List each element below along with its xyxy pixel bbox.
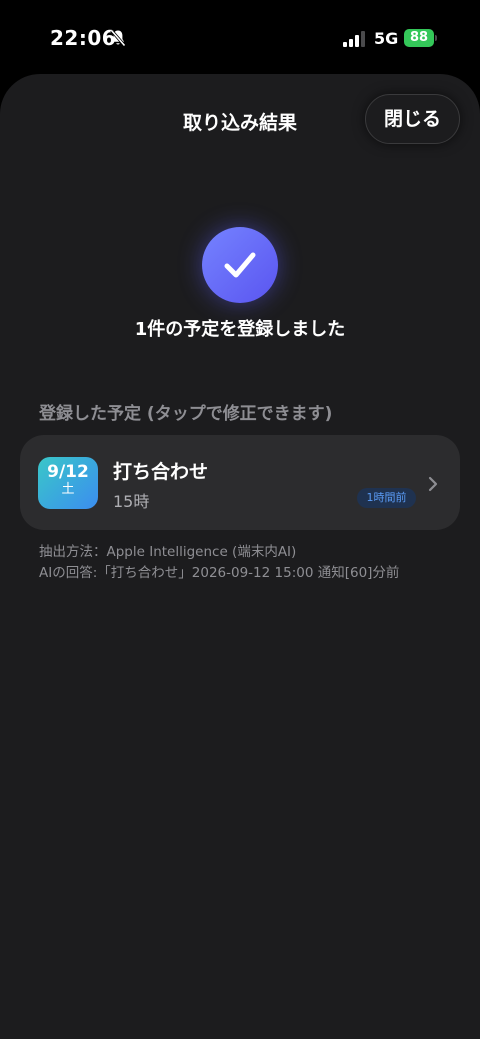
close-button[interactable]: 閉じる xyxy=(365,94,460,144)
event-weekday: 土 xyxy=(61,482,75,497)
date-badge: 9/12 土 xyxy=(38,457,98,509)
reminder-badge: 1時間前 xyxy=(357,488,416,508)
success-badge xyxy=(202,227,278,303)
success-message: 1件の予定を登録しました xyxy=(134,319,346,340)
section-heading: 登録した予定 (タップで修正できます) xyxy=(39,404,333,424)
event-title: 打ち合わせ xyxy=(113,461,209,483)
network-type: 5G xyxy=(374,29,399,48)
status-bar: 22:06 5G 88 xyxy=(0,0,480,76)
result-sheet: 取り込み結果 閉じる 1件の予定を登録しました 登録した予定 (タップで修正でき… xyxy=(0,74,480,1039)
battery-tip xyxy=(435,35,437,41)
status-time: 22:06 xyxy=(50,26,117,50)
battery-charging-icon: 88 xyxy=(404,29,434,47)
ai-answer: AIの回答:「打ち合わせ」2026-09-12 15:00 通知[60]分前 xyxy=(39,565,400,581)
signal-icon xyxy=(343,31,365,47)
chevron-right-icon xyxy=(428,476,438,492)
event-date: 9/12 xyxy=(47,462,89,482)
bell-slash-icon xyxy=(110,29,126,47)
extraction-method: 抽出方法：Apple Intelligence (端末内AI) xyxy=(39,544,297,560)
event-time: 15時 xyxy=(113,492,150,511)
event-card[interactable]: 9/12 土 打ち合わせ 15時 1時間前 xyxy=(20,435,460,530)
checkmark-icon xyxy=(224,252,256,278)
